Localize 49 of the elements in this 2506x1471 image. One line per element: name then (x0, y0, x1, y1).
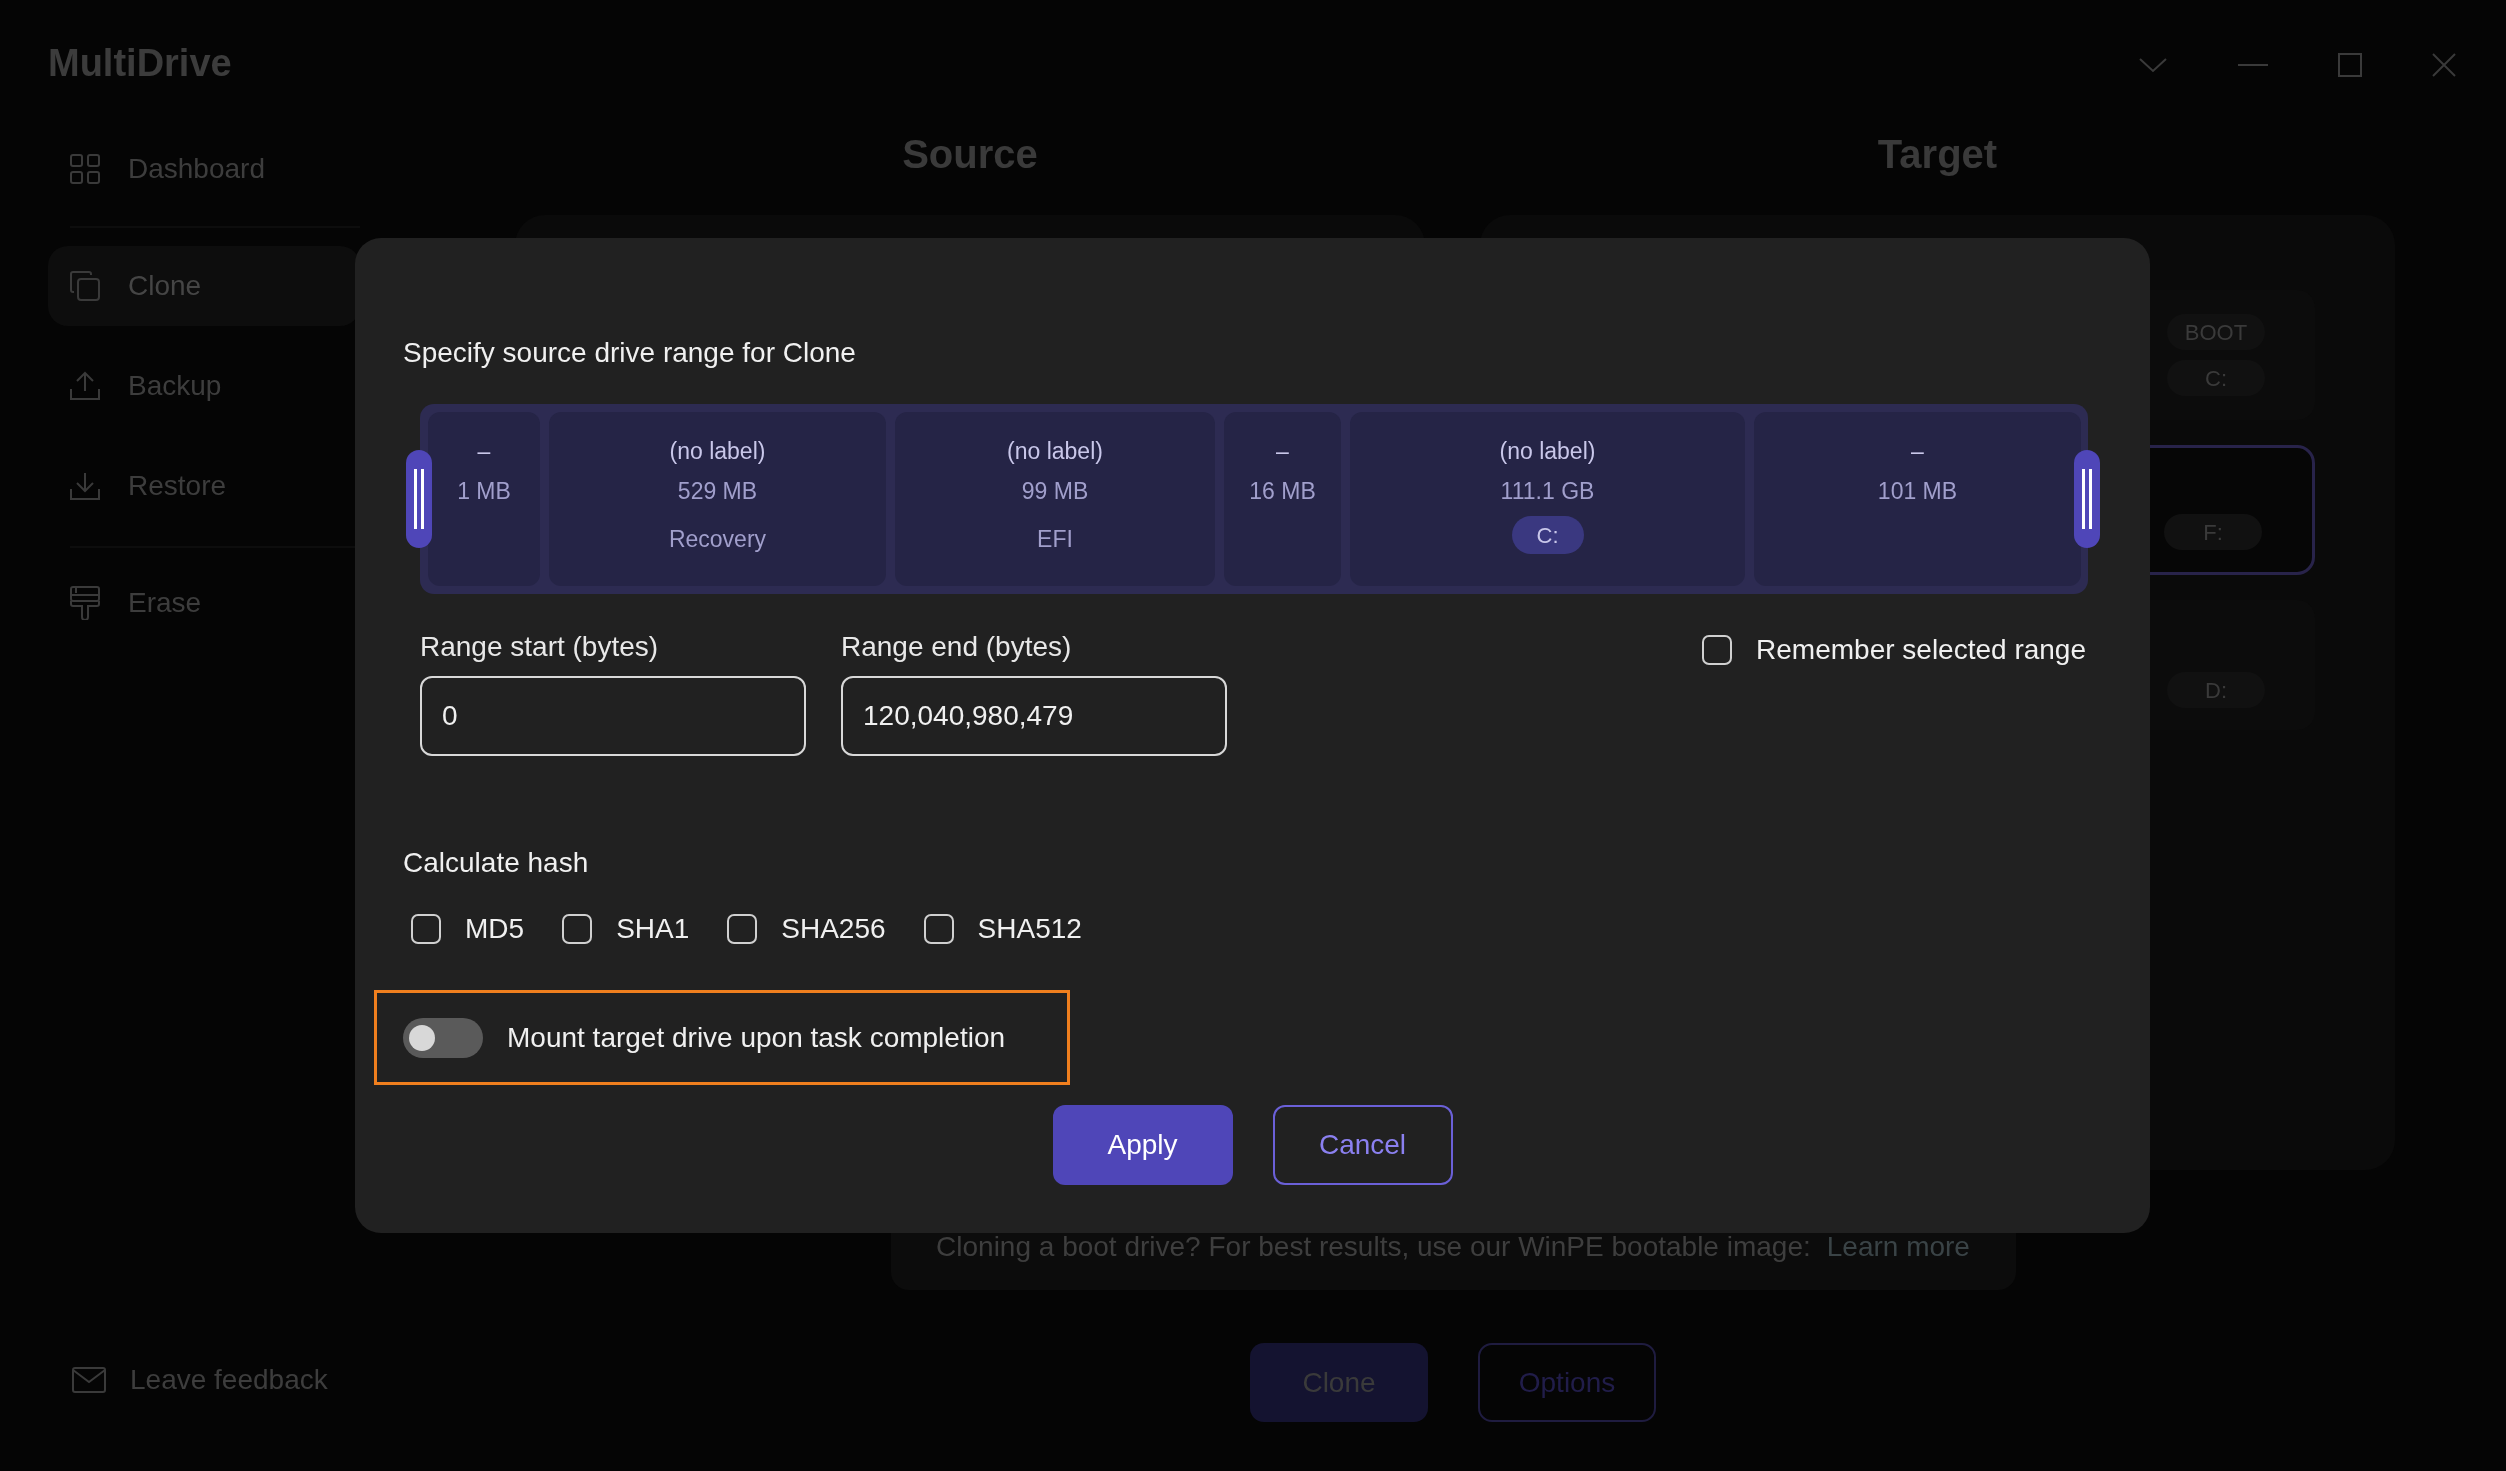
hash-checkbox[interactable] (562, 914, 593, 944)
partition-name: (no label) (1007, 437, 1103, 466)
partition-size: 111.1 GB (1500, 477, 1595, 506)
mount-toggle[interactable] (403, 1017, 483, 1058)
partition-size: 16 MB (1249, 477, 1316, 506)
range-end-handle[interactable] (2074, 450, 2100, 548)
partition-type: EFI (1037, 525, 1073, 554)
partition-name: (no label) (669, 437, 766, 466)
hash-label: SHA512 (977, 912, 1082, 946)
hash-checkbox[interactable] (411, 914, 441, 944)
mail-icon (72, 1367, 106, 1393)
drive-letter-badge: C: (1511, 516, 1584, 554)
partition-name: (no label) (1499, 437, 1596, 466)
copy-icon (70, 271, 100, 301)
apply-button[interactable]: Apply (1052, 1105, 1233, 1185)
partition-size: 529 MB (677, 477, 758, 506)
hash-checkbox[interactable] (727, 914, 758, 944)
hash-label: MD5 (465, 912, 525, 946)
hash-label: SHA1 (616, 912, 690, 946)
partition-segment[interactable]: – 1 MB (428, 412, 540, 586)
partition-type: Recovery (668, 525, 767, 554)
hash-checkbox[interactable] (923, 914, 954, 944)
hash-label: SHA256 (781, 912, 886, 946)
remember-label: Remember selected range (1756, 635, 2086, 665)
range-start-field[interactable]: 0 (420, 676, 806, 756)
partition-segment[interactable]: (no label) 99 MB EFI (895, 412, 1215, 586)
partition-name: – (1276, 437, 1289, 466)
paint-brush-icon (70, 586, 100, 620)
partition-size: 1 MB (457, 477, 511, 506)
partition-size: 101 MB (1877, 477, 1958, 506)
download-icon (70, 471, 100, 501)
partition-size: 99 MB (1021, 477, 1089, 506)
range-end-field[interactable]: 120,040,980,479 (841, 676, 1227, 756)
cancel-button[interactable]: Cancel (1272, 1105, 1453, 1185)
partition-name: – (1911, 437, 1924, 466)
partition-name: – (477, 437, 491, 466)
partition-segment[interactable]: (no label) 111.1 GB C: (1350, 412, 1745, 586)
dialog-heading: Specify source drive range for Clone (403, 336, 857, 370)
hash-label: Calculate hash (403, 846, 590, 880)
partition-segment[interactable]: – 16 MB (1224, 412, 1341, 586)
partition-segment[interactable]: – 101 MB (1754, 412, 2081, 586)
partition-segment[interactable]: (no label) 529 MB Recovery (549, 412, 886, 586)
range-end-label: Range end (bytes) (841, 630, 1073, 664)
range-start-handle[interactable] (406, 450, 432, 548)
mount-label: Mount target drive upon task completion (507, 1020, 1006, 1055)
upload-icon (70, 371, 100, 401)
remember-checkbox[interactable] (1702, 635, 1733, 665)
range-start-label: Range start (bytes) (420, 630, 660, 664)
grid-icon (70, 154, 100, 184)
